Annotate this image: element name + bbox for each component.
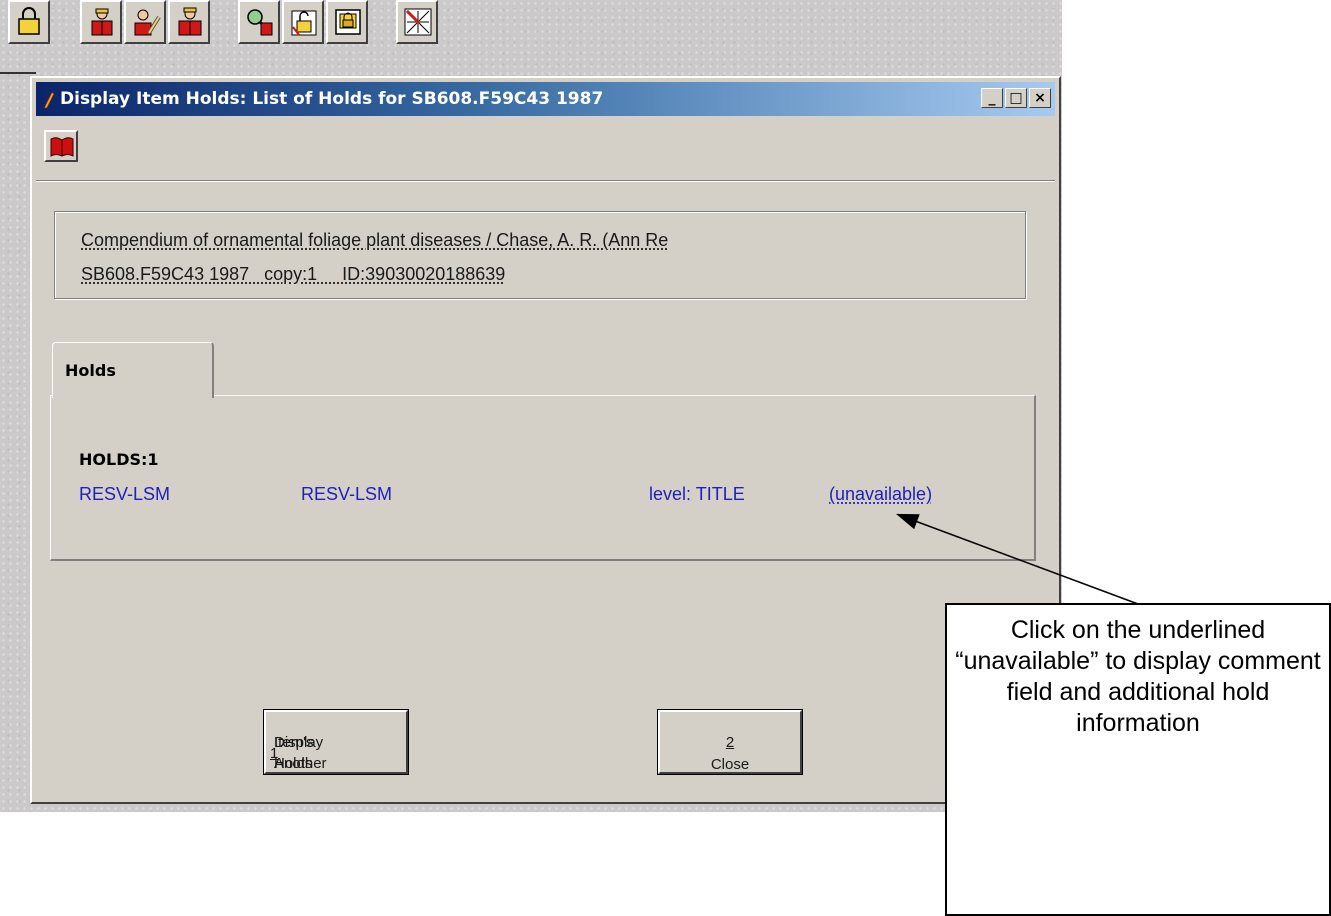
display-another-label: Display Another Item's Holds 1	[270, 722, 327, 772]
toolbar-divider	[0, 72, 36, 74]
toolbar-separator	[36, 180, 1055, 182]
minimize-button[interactable]: _	[981, 88, 1003, 108]
close-icon: ×	[1034, 90, 1046, 106]
item-title-text[interactable]: Compendium of ornamental foliage plant d…	[81, 230, 668, 251]
padlock-icon	[18, 7, 40, 35]
search-person-icon	[247, 9, 273, 36]
close-label-text: Close	[710, 756, 750, 773]
item-search-button[interactable]	[238, 0, 280, 44]
close-label: Close 2	[660, 734, 800, 773]
main-toolbar	[0, 0, 1062, 74]
maximize-icon: □	[1009, 90, 1023, 106]
close-hotkey: 2	[725, 734, 735, 751]
user-edit-button[interactable]	[124, 0, 166, 44]
maximize-button[interactable]: □	[1005, 88, 1027, 108]
user-checkout-button[interactable]	[80, 0, 122, 44]
register-button[interactable]	[326, 0, 368, 44]
open-lock-button[interactable]	[282, 0, 324, 44]
padlock-button[interactable]	[8, 0, 50, 44]
close-button[interactable]: Close 2	[657, 709, 803, 775]
display-another-items-holds-button[interactable]: Display Another Item's Holds 1	[263, 709, 409, 775]
red-book-icon	[50, 137, 74, 157]
register-lock-icon	[335, 9, 361, 35]
tab-holds[interactable]: Holds	[52, 342, 214, 398]
book-button[interactable]	[44, 130, 78, 162]
person-books-icon	[178, 7, 202, 36]
net-tool-button[interactable]	[396, 0, 438, 44]
person-book-icon	[91, 8, 113, 36]
hold-placed-library: RESV-LSM	[301, 484, 393, 504]
hold-level: level: TITLE	[649, 484, 745, 504]
net-tool-icon	[404, 8, 432, 36]
window-title-bar[interactable]: Display Item Holds: List of Holds for SB…	[36, 82, 1055, 116]
tab-holds-label: Holds	[65, 361, 116, 380]
display-item-holds-window: Display Item Holds: List of Holds for SB…	[30, 76, 1061, 804]
tab-join	[53, 394, 211, 397]
app-icon	[43, 91, 55, 109]
person-pencil-icon	[134, 9, 161, 36]
item-info-box: Compendium of ornamental foliage plant d…	[54, 211, 1026, 299]
open-padlock-icon	[291, 10, 317, 36]
callout-text: Click on the underlined “unavailable” to…	[955, 616, 1321, 737]
user-holds-button[interactable]	[168, 0, 210, 44]
close-window-button[interactable]: ×	[1029, 88, 1051, 108]
hold-pickup-library: RESV-LSM	[79, 484, 171, 504]
minimize-icon: _	[988, 90, 996, 106]
holds-tab-panel: HOLDS:1 RESV-LSM RESV-LSM level: TITLE (…	[50, 395, 1036, 561]
unavailable-link[interactable]: (unavailable)	[829, 484, 932, 505]
display-another-line2: Item's Holds	[274, 734, 314, 772]
item-call-number-text[interactable]: SB608.F59C43 1987 copy:1 ID:390300201886…	[81, 264, 505, 285]
holds-count-label: HOLDS:1	[79, 450, 159, 469]
instruction-callout: Click on the underlined “unavailable” to…	[945, 603, 1331, 916]
window-title: Display Item Holds: List of Holds for SB…	[60, 89, 604, 109]
